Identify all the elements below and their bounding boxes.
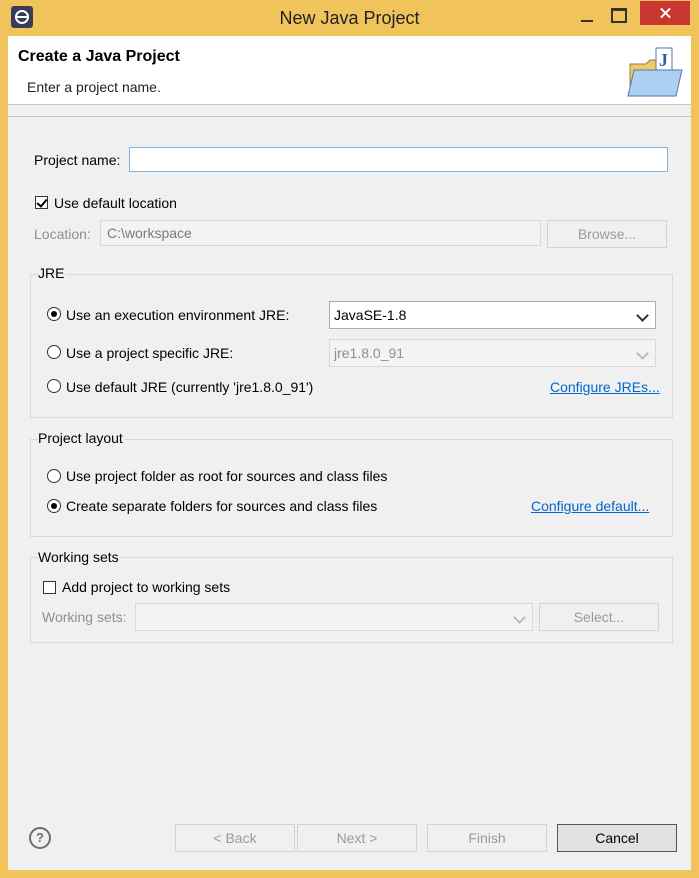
location-input[interactable]: C:\workspace bbox=[100, 220, 541, 246]
jre-exec-env-radio[interactable] bbox=[47, 307, 61, 321]
help-icon[interactable]: ? bbox=[29, 827, 51, 849]
project-layout-group bbox=[30, 439, 673, 537]
browse-button[interactable]: Browse... bbox=[547, 220, 667, 248]
layout-project-root-radio[interactable] bbox=[47, 469, 61, 483]
title-bar: New Java Project bbox=[0, 0, 699, 36]
cancel-button[interactable]: Cancel bbox=[557, 824, 677, 852]
svg-text:J: J bbox=[659, 50, 668, 70]
wizard-banner: Create a Java Project Enter a project na… bbox=[8, 36, 691, 105]
next-button[interactable]: Next > bbox=[297, 824, 417, 852]
execution-environment-value: JavaSE-1.8 bbox=[334, 307, 407, 323]
chevron-down-icon bbox=[636, 347, 649, 360]
dialog-client-area: Create a Java Project Enter a project na… bbox=[8, 36, 691, 870]
page-title: Create a Java Project bbox=[18, 48, 180, 65]
jre-exec-env-label: Use an execution environment JRE: bbox=[66, 307, 290, 323]
working-sets-dropdown[interactable] bbox=[135, 603, 533, 631]
chevron-down-icon bbox=[636, 309, 649, 322]
jre-project-specific-label: Use a project specific JRE: bbox=[66, 345, 234, 361]
close-button[interactable] bbox=[640, 1, 690, 25]
jre-default-radio[interactable] bbox=[47, 379, 61, 393]
project-specific-jre-dropdown[interactable]: jre1.8.0_91 bbox=[329, 339, 656, 367]
minimize-button[interactable] bbox=[575, 8, 601, 28]
location-label: Location: bbox=[34, 226, 91, 242]
project-name-label: Project name: bbox=[34, 152, 121, 168]
back-button[interactable]: < Back bbox=[175, 824, 295, 852]
layout-separate-folders-radio[interactable] bbox=[47, 499, 61, 513]
use-default-location-label: Use default location bbox=[54, 195, 177, 211]
configure-default-link[interactable]: Configure default... bbox=[531, 498, 649, 514]
layout-project-root-label: Use project folder as root for sources a… bbox=[66, 468, 388, 484]
chevron-down-icon bbox=[513, 611, 526, 624]
working-sets-group-title: Working sets bbox=[38, 549, 121, 565]
add-to-working-sets-checkbox[interactable] bbox=[43, 581, 56, 594]
project-specific-jre-value: jre1.8.0_91 bbox=[334, 345, 405, 361]
select-working-sets-button[interactable]: Select... bbox=[539, 603, 659, 631]
banner-separator bbox=[8, 116, 691, 117]
java-project-folder-icon: J bbox=[627, 47, 683, 97]
jre-default-label: Use default JRE (currently 'jre1.8.0_91'… bbox=[66, 379, 314, 395]
finish-button[interactable]: Finish bbox=[427, 824, 547, 852]
jre-group-title: JRE bbox=[38, 265, 67, 281]
layout-separate-folders-label: Create separate folders for sources and … bbox=[66, 498, 378, 514]
project-name-input[interactable] bbox=[129, 147, 668, 172]
jre-project-specific-radio[interactable] bbox=[47, 345, 61, 359]
page-description: Enter a project name. bbox=[27, 79, 161, 95]
execution-environment-dropdown[interactable]: JavaSE-1.8 bbox=[329, 301, 656, 329]
project-layout-group-title: Project layout bbox=[38, 430, 125, 446]
maximize-button[interactable] bbox=[605, 6, 631, 26]
add-to-working-sets-label: Add project to working sets bbox=[62, 579, 231, 595]
configure-jres-link[interactable]: Configure JREs... bbox=[550, 379, 660, 395]
working-sets-label: Working sets: bbox=[42, 609, 127, 625]
use-default-location-checkbox[interactable] bbox=[35, 196, 48, 209]
